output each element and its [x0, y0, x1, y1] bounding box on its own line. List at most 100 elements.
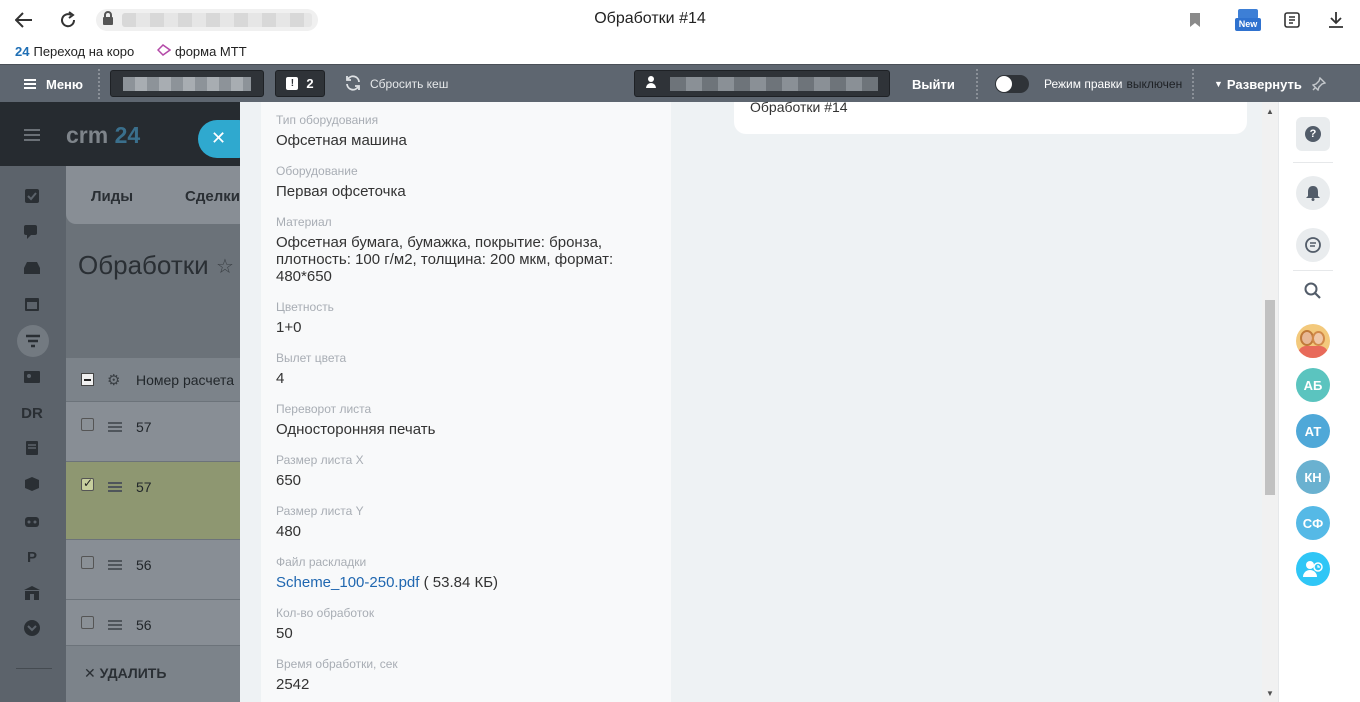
menu-button[interactable]: Меню — [24, 65, 83, 103]
pin-icon[interactable] — [1312, 65, 1326, 103]
timeline-card: Обработки #14 — [734, 99, 1247, 134]
document-icon[interactable] — [22, 438, 42, 458]
bookmark-item[interactable]: форма МТТ — [156, 44, 247, 59]
tab-title: Обработки #14 — [594, 10, 706, 27]
row-menu-icon[interactable] — [108, 560, 122, 570]
entity-slider: Тип оборудования Офсетная машина Оборудо… — [240, 99, 1278, 702]
field-bleed[interactable]: Вылет цвета 4 — [276, 351, 616, 387]
table-row[interactable]: 56 — [66, 600, 240, 646]
page-title: Обработки — [78, 250, 209, 280]
inbox-icon[interactable] — [22, 258, 42, 278]
field-sheet-size-x[interactable]: Размер листа X 650 — [276, 453, 616, 489]
p-icon[interactable]: P — [22, 547, 42, 567]
browser-toolbar: Обработки #14 New — [0, 0, 1360, 40]
table-row[interactable]: 56 — [66, 540, 240, 600]
robot-icon[interactable] — [22, 511, 42, 531]
alert-icon: ! — [286, 77, 299, 90]
file-link[interactable]: Scheme_100-250.pdf — [276, 574, 419, 591]
favorite-star-icon[interactable]: ☆ — [216, 254, 234, 279]
new-extension-icon[interactable]: New — [1234, 8, 1262, 32]
tab-leads[interactable]: Лиды — [91, 188, 133, 205]
bookmarks-bar: 24 Переход на короб форма МТТ — [0, 40, 1360, 64]
field-color[interactable]: Цветность 1+0 — [276, 300, 616, 336]
more-icon[interactable] — [22, 618, 42, 638]
column-header[interactable]: Номер расчета — [136, 372, 234, 388]
calendar-icon[interactable] — [22, 294, 42, 314]
bank-icon[interactable] — [22, 583, 42, 603]
user-icon — [646, 76, 656, 91]
search-icon[interactable] — [1296, 274, 1330, 308]
logout-button[interactable]: Выйти — [912, 65, 955, 103]
filter-nav-active[interactable] — [17, 325, 49, 357]
action-panel: ✕ УДАЛИТЬ — [66, 646, 240, 702]
refresh-icon — [344, 74, 362, 95]
filter-icon — [25, 334, 41, 353]
contacts-icon[interactable] — [22, 367, 42, 387]
grid-header: ⚙ Номер расчета — [66, 358, 240, 402]
scroll-up-icon[interactable]: ▲ — [1266, 107, 1274, 116]
edit-mode-toggle[interactable] — [995, 65, 1029, 103]
chat-icon[interactable] — [22, 222, 42, 242]
row-checkbox[interactable] — [81, 418, 94, 431]
user-clock-icon[interactable] — [1296, 552, 1330, 586]
collections-icon[interactable] — [1280, 8, 1304, 32]
field-equipment-type[interactable]: Тип оборудования Офсетная машина — [276, 113, 616, 149]
user-box[interactable] — [634, 70, 890, 97]
admin-panel: Меню ! 2 Сбросить кеш Выйти Режим правки… — [0, 64, 1360, 102]
notifications-counter[interactable]: ! 2 — [275, 70, 325, 97]
right-sidebar: ? АБ АТ КН СФ — [1278, 102, 1360, 702]
row-checkbox[interactable] — [81, 616, 94, 629]
box-icon[interactable] — [22, 474, 42, 494]
row-checkbox[interactable] — [81, 556, 94, 569]
form-icon — [156, 44, 172, 59]
reset-cache-button[interactable]: Сбросить кеш — [344, 65, 448, 103]
tab-deals[interactable]: Сделки — [185, 188, 240, 205]
settings-gear-icon[interactable]: ⚙ — [107, 371, 120, 389]
group-avatar[interactable] — [1296, 324, 1330, 358]
field-sheet-size-y[interactable]: Размер листа Y 480 — [276, 504, 616, 540]
dr-icon[interactable]: DR — [21, 403, 43, 423]
bookmark-icon[interactable] — [1183, 8, 1207, 32]
expand-button[interactable]: ▼ Развернуть — [1214, 65, 1302, 103]
menu-burger-icon[interactable] — [24, 129, 40, 141]
crm-header: crm 24 ✕ — [0, 102, 258, 166]
field-processing-time[interactable]: Время обработки, сек 2542 — [276, 657, 616, 693]
row-menu-icon[interactable] — [108, 620, 122, 630]
scroll-down-icon[interactable]: ▼ — [1266, 689, 1274, 698]
field-material[interactable]: Материал Офсетная бумага, бумажка, покры… — [276, 215, 616, 285]
help-icon[interactable]: ? — [1296, 117, 1330, 151]
bitrix24-icon: 24 — [15, 44, 30, 59]
scrollbar-thumb[interactable] — [1265, 300, 1275, 495]
avatar[interactable]: АТ — [1296, 414, 1330, 448]
bookmark-item[interactable]: 24 Переход на короб — [15, 44, 135, 59]
field-processing-count[interactable]: Кол-во обработок 50 — [276, 606, 616, 642]
fields-card: Тип оборудования Офсетная машина Оборудо… — [261, 102, 671, 702]
table-row[interactable]: 57 — [66, 402, 240, 462]
field-sheet-flip[interactable]: Переворот листа Односторонняя печать — [276, 402, 616, 438]
close-icon: ✕ — [84, 665, 96, 681]
tasks-icon[interactable] — [22, 186, 42, 206]
avatar[interactable]: АБ — [1296, 368, 1330, 402]
row-checkbox[interactable]: ✓ — [81, 476, 94, 491]
avatar[interactable]: КН — [1296, 460, 1330, 494]
scrollbar[interactable]: ▲ ▼ — [1262, 102, 1278, 702]
chevron-down-icon: ▼ — [1214, 79, 1223, 89]
row-menu-icon[interactable] — [108, 482, 122, 492]
file-size: ( 53.84 КБ) — [423, 574, 499, 591]
field-equipment[interactable]: Оборудование Первая офсеточка — [276, 164, 616, 200]
delete-button[interactable]: ✕ УДАЛИТЬ — [84, 665, 166, 682]
notifications-bell-icon[interactable] — [1296, 176, 1330, 210]
site-selector[interactable] — [110, 70, 264, 97]
divider — [16, 668, 52, 669]
download-icon[interactable] — [1324, 8, 1348, 32]
table-row[interactable]: ✓ 57 — [66, 462, 240, 540]
select-all-checkbox[interactable] — [81, 373, 94, 386]
crm-tabs: Лиды Сделки — [66, 166, 240, 224]
field-layout-file: Файл раскладки Scheme_100-250.pdf ( 53.8… — [276, 555, 499, 591]
timeline-entry-title: Обработки #14 — [750, 99, 848, 115]
edit-mode-status: Режим правки выключен — [1044, 77, 1183, 91]
chat-search-icon[interactable] — [1296, 228, 1330, 262]
hamburger-icon — [24, 79, 36, 89]
avatar[interactable]: СФ — [1296, 506, 1330, 540]
row-menu-icon[interactable] — [108, 422, 122, 432]
